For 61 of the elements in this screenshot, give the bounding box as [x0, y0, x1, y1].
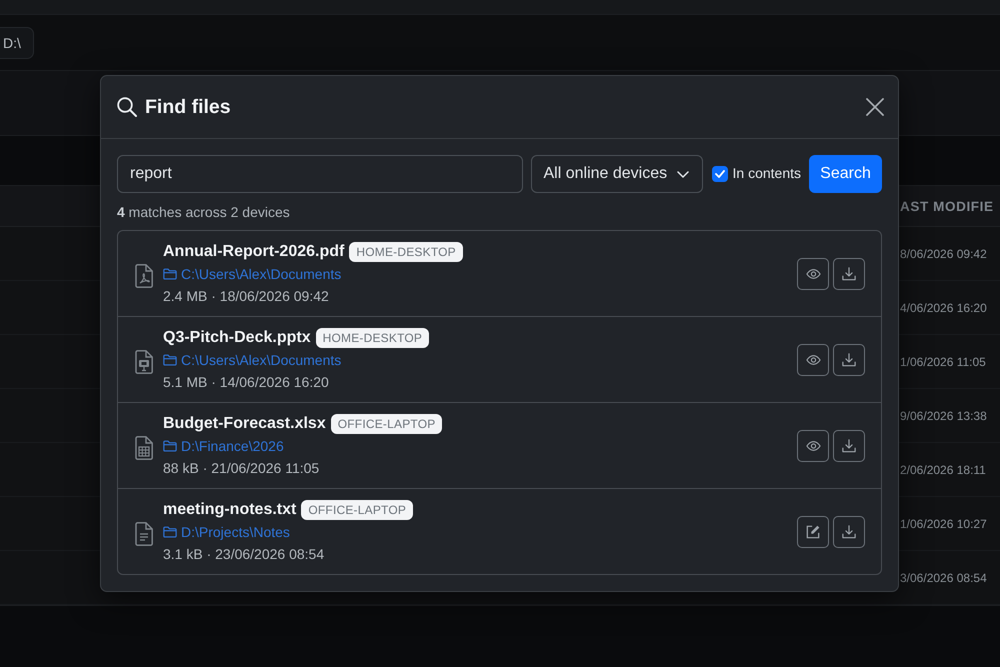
preview-button[interactable]	[797, 258, 829, 290]
check-icon	[714, 170, 724, 178]
eye-icon	[806, 440, 820, 450]
dialog-title: Find files	[145, 96, 232, 118]
download-icon	[842, 438, 856, 452]
file-details: 2.4 MB · 18/06/2026 09:42	[163, 286, 330, 306]
table-cell: 9/06/2026 13:38	[900, 408, 987, 422]
slides-file-icon	[135, 350, 153, 374]
download-icon	[842, 524, 856, 538]
table-cell: 3/06/2026 08:54	[900, 570, 987, 584]
folder-icon	[163, 354, 177, 366]
table-cell: 8/06/2026 09:42	[900, 246, 987, 260]
device-tag: OFFICE-LAPTOP	[301, 500, 414, 520]
preview-button[interactable]	[797, 430, 829, 462]
search-button[interactable]: Search	[809, 155, 882, 193]
preview-button[interactable]	[797, 344, 829, 376]
table-cell: 4/06/2026 16:20	[900, 300, 987, 314]
folder-icon	[163, 526, 177, 538]
device-select[interactable]: All online devices	[530, 155, 702, 193]
download-button[interactable]	[833, 344, 865, 376]
device-tag: OFFICE-LAPTOP	[330, 414, 442, 434]
column-header: AST MODIFIE	[900, 198, 994, 214]
result-item[interactable]: Annual-Report-2026.pdf HOME-DESKTOP C:\Users\Alex\Documents 2.4 MB · 18/06/2026 09:42	[118, 231, 881, 317]
file-name: Budget-Forecast.xlsx	[163, 414, 326, 432]
match-summary: 4 matches across 2 devices	[117, 204, 291, 221]
download-button[interactable]	[833, 258, 865, 290]
download-button[interactable]	[833, 430, 865, 462]
eye-icon	[806, 354, 820, 364]
result-item[interactable]: Budget-Forecast.xlsx OFFICE-LAPTOP D:\Finance\2026 88 kB · 21/06/2026 11:05	[118, 403, 881, 489]
eye-icon	[806, 268, 820, 278]
table-cell: 2/06/2026 18:11	[900, 462, 986, 476]
edit-icon	[806, 524, 820, 538]
download-icon	[842, 266, 856, 280]
in-contents-checkbox[interactable]	[712, 166, 728, 182]
device-tag: HOME-DESKTOP	[316, 328, 430, 348]
file-details: 88 kB · 21/06/2026 11:05	[163, 458, 320, 478]
table-cell: 1/06/2026 10:27	[900, 516, 987, 530]
folder-icon	[163, 268, 177, 280]
drive-chip[interactable]: D:\	[0, 26, 34, 58]
spreadsheet-file-icon	[135, 436, 153, 460]
download-icon	[842, 352, 856, 366]
file-name: meeting-notes.txt	[163, 500, 296, 518]
text-file-icon	[135, 522, 153, 546]
pdf-file-icon	[135, 264, 153, 288]
edit-button[interactable]	[797, 516, 829, 548]
device-tag: HOME-DESKTOP	[349, 242, 463, 262]
table-cell: 1/06/2026 11:05	[900, 354, 986, 368]
folder-icon	[163, 440, 177, 452]
file-details: 3.1 kB · 23/06/2026 08:54	[163, 544, 326, 564]
chevron-down-icon	[676, 170, 688, 178]
file-details: 5.1 MB · 14/06/2026 16:20	[163, 372, 330, 392]
search-field[interactable]: report	[117, 155, 522, 193]
download-button[interactable]	[833, 516, 865, 548]
close-icon	[866, 98, 884, 116]
result-item[interactable]: Q3-Pitch-Deck.pptx HOME-DESKTOP C:\Users\Alex\Documents 5.1 MB · 14/06/2026 16:20	[118, 317, 881, 403]
file-name: Annual-Report-2026.pdf	[163, 242, 344, 260]
checkbox-label[interactable]: In contents	[732, 165, 801, 181]
file-name: Q3-Pitch-Deck.pptx	[163, 328, 311, 346]
result-item[interactable]: meeting-notes.txt OFFICE-LAPTOP D:\Projects\Notes 3.1 kB · 23/06/2026 08:54	[118, 489, 881, 574]
close-button[interactable]	[866, 98, 884, 116]
search-icon	[117, 97, 137, 117]
